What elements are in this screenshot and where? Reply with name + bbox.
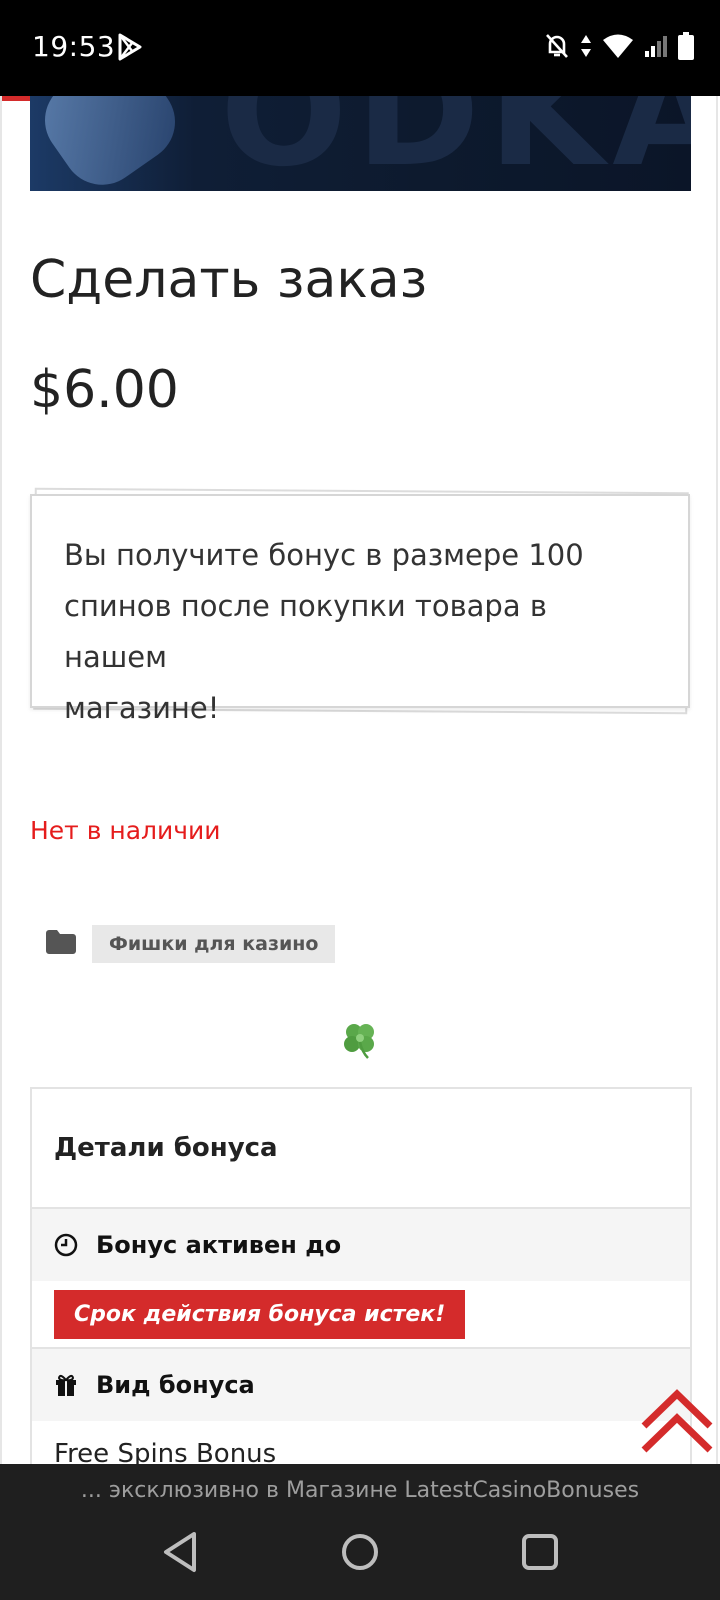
cell-signal-icon bbox=[644, 34, 668, 63]
bonus-type-header: Вид бонуса bbox=[32, 1349, 690, 1421]
gift-icon bbox=[54, 1373, 78, 1397]
status-icons bbox=[544, 32, 694, 65]
back-button[interactable] bbox=[160, 1530, 200, 1579]
recents-button[interactable] bbox=[520, 1530, 560, 1579]
bonus-details: Детали бонуса Бонус активен до Срок дейс… bbox=[30, 1087, 692, 1477]
bonus-type-value: Free Spins Bonus bbox=[54, 1439, 277, 1469]
folder-icon bbox=[46, 929, 76, 959]
data-arrows-icon bbox=[580, 33, 592, 64]
category-tag[interactable]: Фишки для казино bbox=[92, 925, 336, 963]
clover-icon bbox=[340, 1020, 380, 1065]
bonus-active-until-header: Бонус активен до bbox=[32, 1209, 690, 1281]
bonus-type-label: Вид бонуса bbox=[96, 1371, 255, 1399]
product-price: $6.00 bbox=[30, 360, 179, 420]
scroll-to-top-button[interactable] bbox=[640, 1386, 714, 1461]
battery-icon bbox=[678, 32, 694, 65]
bell-off-icon bbox=[544, 32, 570, 65]
play-store-icon bbox=[116, 32, 144, 67]
bonus-active-until-label: Бонус активен до bbox=[96, 1231, 342, 1259]
status-bar: 19:53 bbox=[0, 0, 720, 96]
note-card: Вы получите бонус в размере 100 спинов п… bbox=[30, 494, 690, 725]
clock-icon bbox=[54, 1233, 78, 1257]
bonus-note: Вы получите бонус в размере 100 спинов п… bbox=[30, 487, 690, 725]
bonus-expired-badge: Срок действия бонуса истек! bbox=[54, 1289, 466, 1339]
bottom-banner[interactable]: ... эксклюзивно в Магазине LatestCasinoB… bbox=[0, 1464, 720, 1516]
product-image: ODKA bbox=[30, 96, 691, 191]
status-time: 19:53 bbox=[32, 30, 116, 63]
stock-status: Нет в наличии bbox=[30, 816, 221, 845]
hero-watermark: ODKA bbox=[220, 96, 691, 191]
bonus-details-heading: Детали бонуса bbox=[32, 1089, 690, 1209]
note-line: магазине! bbox=[64, 691, 220, 725]
category-row: Фишки для казино bbox=[46, 925, 336, 963]
expired-row: Срок действия бонуса истек! bbox=[32, 1281, 690, 1349]
system-nav-bar bbox=[0, 1516, 720, 1600]
product-title: Сделать заказ bbox=[30, 250, 428, 310]
note-line: спинов после покупки товара в нашем bbox=[64, 589, 547, 674]
hero-decoration bbox=[30, 96, 191, 191]
banner-text: ... эксклюзивно в Магазине LatestCasinoB… bbox=[80, 1477, 640, 1503]
home-button[interactable] bbox=[340, 1530, 380, 1579]
wifi-icon bbox=[602, 33, 634, 64]
note-line: Вы получите бонус в размере 100 bbox=[64, 538, 584, 572]
